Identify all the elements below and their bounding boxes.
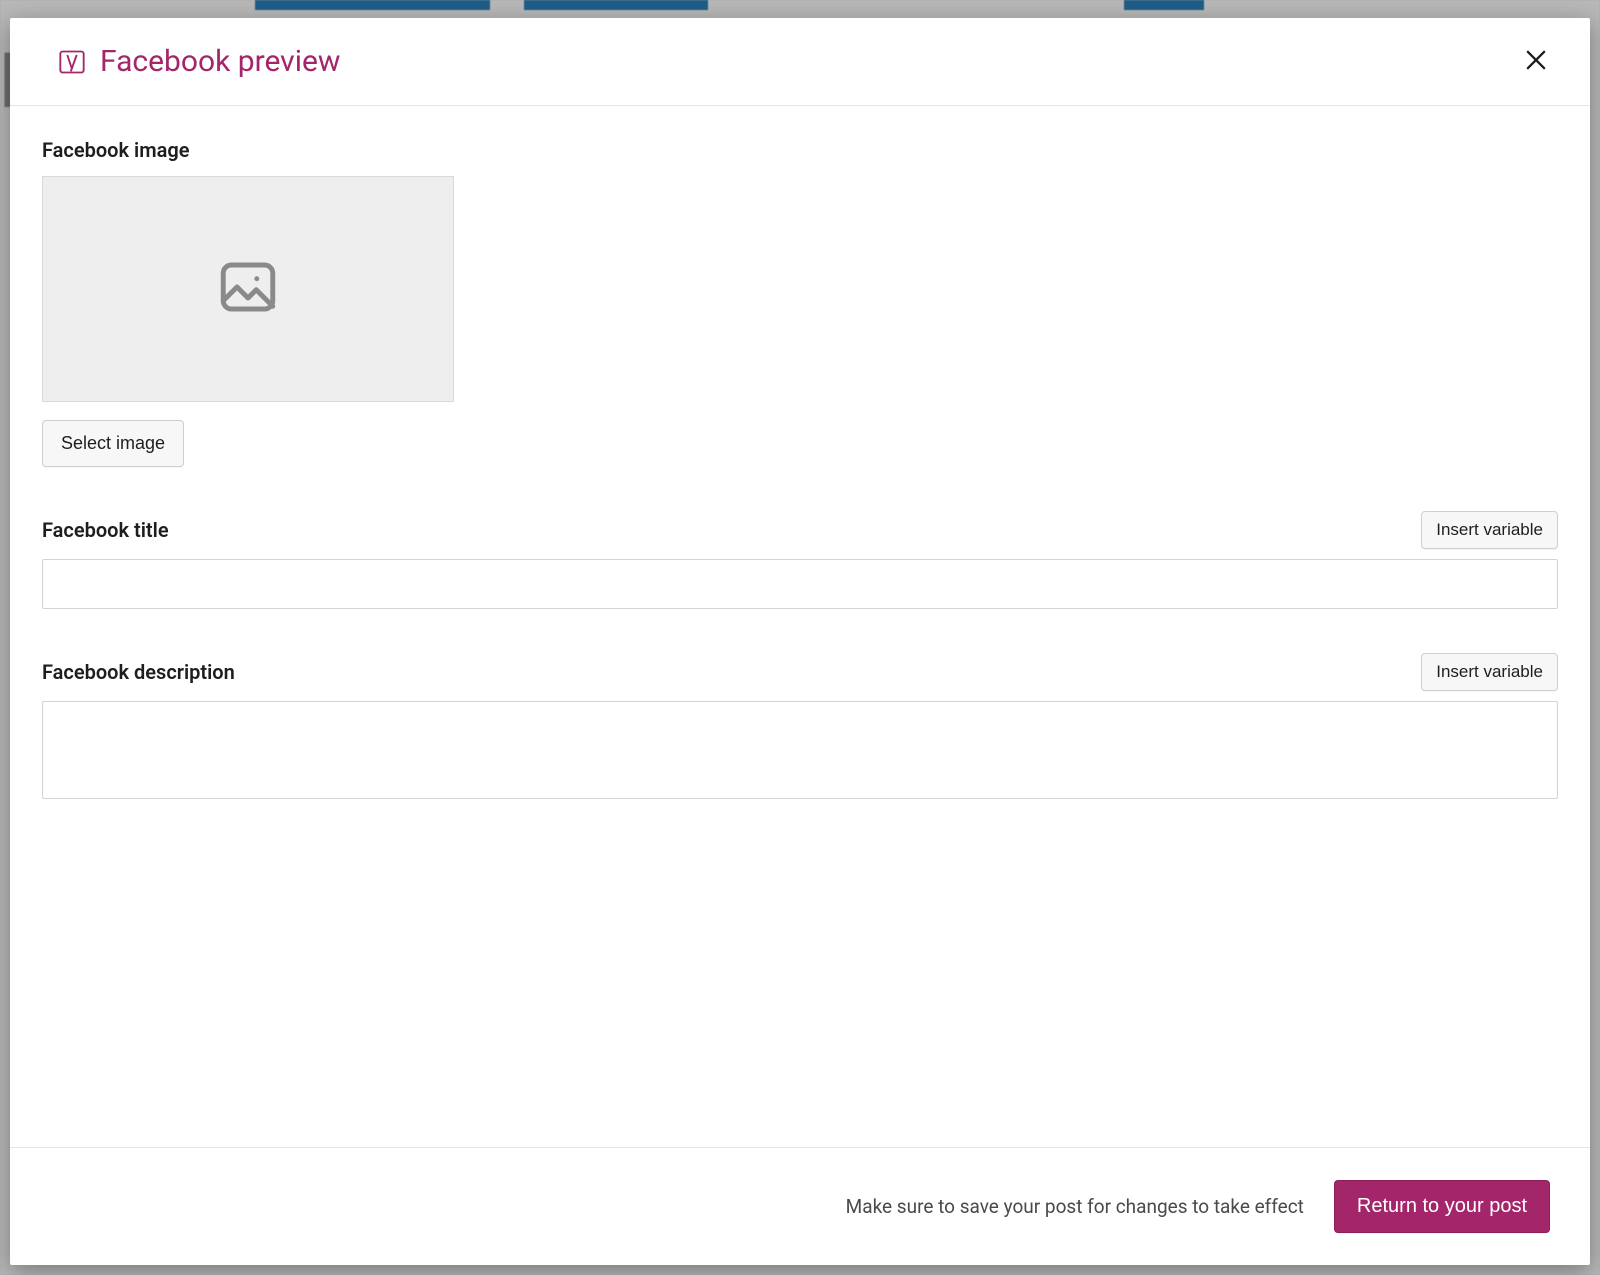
- modal-footer: Make sure to save your post for changes …: [10, 1147, 1590, 1265]
- facebook-description-input[interactable]: [42, 701, 1558, 799]
- return-to-post-button[interactable]: Return to your post: [1334, 1180, 1550, 1233]
- modal-title-wrap: Facebook preview: [58, 44, 340, 79]
- facebook-image-placeholder[interactable]: [42, 176, 454, 402]
- close-button[interactable]: [1516, 40, 1556, 83]
- facebook-image-label: Facebook image: [42, 138, 1558, 162]
- close-icon: [1522, 62, 1550, 77]
- footer-note: Make sure to save your post for changes …: [846, 1195, 1304, 1218]
- facebook-description-group: Facebook description Insert variable: [42, 653, 1558, 803]
- insert-variable-title-button[interactable]: Insert variable: [1421, 511, 1558, 549]
- facebook-title-label: Facebook title: [42, 518, 169, 542]
- facebook-title-input[interactable]: [42, 559, 1558, 609]
- yoast-icon: [58, 48, 86, 76]
- modal-title: Facebook preview: [100, 44, 340, 79]
- facebook-title-group: Facebook title Insert variable: [42, 511, 1558, 609]
- select-image-button[interactable]: Select image: [42, 420, 184, 467]
- insert-variable-description-button[interactable]: Insert variable: [1421, 653, 1558, 691]
- facebook-preview-modal: Facebook preview Facebook image Select: [10, 18, 1590, 1265]
- facebook-description-label: Facebook description: [42, 660, 235, 684]
- image-placeholder-icon: [215, 254, 281, 324]
- modal-body: Facebook image Select image Facebook tit…: [10, 106, 1590, 1147]
- modal-header: Facebook preview: [10, 18, 1590, 106]
